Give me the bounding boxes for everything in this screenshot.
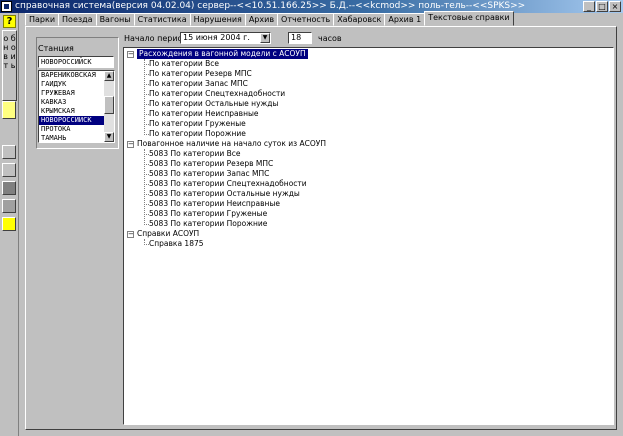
collapse-icon[interactable]: − <box>127 231 134 238</box>
list-item[interactable]: ГАЙДУК <box>39 80 104 89</box>
tree-item[interactable]: По категории Остальные нужды <box>149 99 278 109</box>
scroll-down-icon[interactable]: ▼ <box>104 132 114 142</box>
list-item[interactable]: КРЫМСКАЯ <box>39 107 104 116</box>
tree-item[interactable]: По категории Все <box>149 59 219 69</box>
app-icon <box>1 1 12 12</box>
list-item[interactable]: ТАМАНЬ <box>39 134 104 142</box>
scroll-thumb[interactable] <box>104 96 114 114</box>
tab-statistika[interactable]: Статистика <box>133 13 191 26</box>
tool-box-icon[interactable] <box>2 199 16 213</box>
tab-arkhiv[interactable]: Архив <box>244 13 279 26</box>
tree-group-wagon-availability[interactable]: Повагонное наличие на начало суток из АС… <box>137 139 326 149</box>
tab-narusheniya[interactable]: Нарушения <box>189 13 246 26</box>
reports-tree[interactable]: − Расхождения в вагонной модели с АСОУП … <box>123 47 614 425</box>
station-input[interactable]: НОВОРОССИЙСК <box>38 56 114 68</box>
hours-label: часов <box>318 34 342 43</box>
tree-item[interactable]: По категории Спецтехнадобности <box>149 89 285 99</box>
list-item[interactable]: КАВКАЗ <box>39 98 104 107</box>
collapse-icon[interactable]: − <box>127 141 134 148</box>
tab-khabarovsk[interactable]: Хабаровск <box>333 13 386 26</box>
tree-item[interactable]: Справка 1875 <box>149 239 204 249</box>
tree-item[interactable]: 5083 По категории Все <box>149 149 241 159</box>
tree-item[interactable]: 5083 По категории Запас МПС <box>149 169 269 179</box>
tool-edit-icon[interactable] <box>2 163 16 177</box>
tree-item[interactable]: 5083 По категории Груженые <box>149 209 267 219</box>
tool-exit-icon[interactable] <box>2 217 16 231</box>
maximize-button[interactable]: □ <box>596 1 608 12</box>
list-item[interactable]: ВАРЕНИКОВСКАЯ <box>39 71 104 80</box>
period-date-value: 15 июня 2004 г. <box>183 33 250 42</box>
tree-item[interactable]: 5083 По категории Спецтехнадобности <box>149 179 307 189</box>
tool-grey-icon[interactable] <box>2 181 16 195</box>
list-item[interactable]: ГРУЖЕВАЯ <box>39 89 104 98</box>
left-toolbar: ? о б н о в и т ь <box>0 13 19 436</box>
tool-yellow-icon[interactable] <box>2 101 16 119</box>
collapse-icon[interactable]: − <box>127 51 134 58</box>
list-item-selected[interactable]: НОВОРОССИЙСК <box>39 116 104 125</box>
scroll-up-icon[interactable]: ▲ <box>104 71 114 81</box>
tree-item[interactable]: По категории Резерв МПС <box>149 69 252 79</box>
tab-arkhiv-1[interactable]: Архив 1 <box>384 13 426 26</box>
tab-poezda[interactable]: Поезда <box>58 13 97 26</box>
tree-group-asoup-reports[interactable]: Справки АСОУП <box>137 229 199 239</box>
tree-item[interactable]: По категории Неисправные <box>149 109 259 119</box>
period-date-picker[interactable]: 15 июня 2004 г. ▼ <box>180 32 271 44</box>
station-list-scrollbar[interactable]: ▲ ▼ <box>104 71 114 142</box>
tree-item[interactable]: По категории Порожние <box>149 129 246 139</box>
tab-otchetnost[interactable]: Отчетность <box>277 13 335 26</box>
tree-item[interactable]: По категории Груженые <box>149 119 246 129</box>
tab-vagony[interactable]: Вагоны <box>95 13 135 26</box>
station-list[interactable]: ВАРЕНИКОВСКАЯ ГАЙДУК ГРУЖЕВАЯ КАВКАЗ КРЫ… <box>38 70 115 143</box>
tab-tekstovye-spravki[interactable]: Текстовые справки <box>424 11 514 26</box>
refresh-button[interactable]: о б н о в и т ь <box>2 30 17 101</box>
tree-item[interactable]: 5083 По категории Резерв МПС <box>149 159 273 169</box>
chevron-down-icon[interactable]: ▼ <box>260 33 270 43</box>
tree-item[interactable]: 5083 По категории Неисправные <box>149 199 280 209</box>
tool-pencil-icon[interactable] <box>2 145 16 159</box>
tab-parki[interactable]: Парки <box>25 13 60 26</box>
tree-item[interactable]: По категории Запас МПС <box>149 79 248 89</box>
close-button[interactable]: × <box>609 1 621 12</box>
title-bar[interactable]: справочная система(версия 04.02.04) серв… <box>0 0 623 13</box>
list-item[interactable]: ПРОТОКА <box>39 125 104 134</box>
hours-input[interactable]: 18 <box>288 32 312 44</box>
tree-item[interactable]: 5083 По категории Остальные нужды <box>149 189 300 199</box>
station-label: Станция <box>38 44 74 53</box>
tree-item[interactable]: 5083 По категории Порожние <box>149 219 267 229</box>
help-button[interactable]: ? <box>3 15 16 28</box>
minimize-button[interactable]: _ <box>583 1 595 12</box>
tree-group-discrepancies[interactable]: Расхождения в вагонной модели с АСОУП <box>137 49 308 59</box>
tab-strip: Парки Поезда Вагоны Статистика Нарушения… <box>25 11 514 26</box>
